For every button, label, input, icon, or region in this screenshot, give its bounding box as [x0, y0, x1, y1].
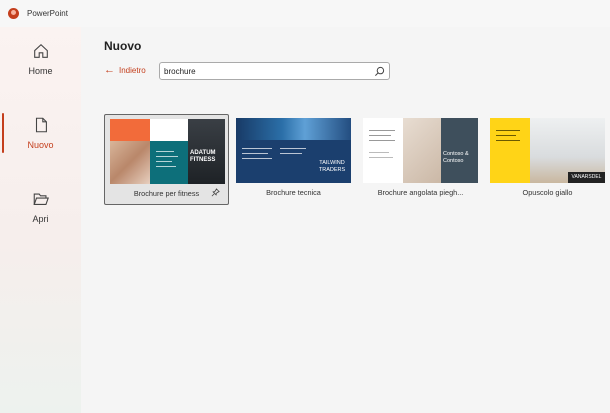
sidebar-item-home[interactable]: Home — [0, 29, 81, 89]
template-card-fitness[interactable]: ADATUM FITNESS Brochure per fitness — [104, 114, 229, 205]
thumbnail-text: Contoso & Contoso — [443, 151, 469, 164]
sidebar-item-label: Home — [28, 66, 53, 76]
template-label: Brochure per fitness — [133, 189, 200, 198]
home-icon — [33, 43, 48, 58]
thumbnail-text: VANARSDEL — [568, 172, 605, 183]
back-label: Indietro — [119, 65, 146, 75]
page-title: Nuovo — [104, 39, 142, 53]
template-thumbnail: Contoso & Contoso — [363, 118, 478, 183]
search-input[interactable] — [164, 64, 369, 78]
template-thumbnail: VANARSDEL — [490, 118, 605, 183]
folder-open-icon — [32, 193, 49, 205]
sidebar-item-label: Apri — [32, 214, 49, 224]
template-label: Opuscolo giallo — [522, 188, 573, 197]
template-thumbnail: TAILWIND TRADERS — [236, 118, 351, 183]
powerpoint-logo-icon — [8, 8, 19, 19]
sidebar: Home Nuovo Apri — [0, 27, 81, 413]
template-card-angolata[interactable]: Contoso & Contoso Brochure angolata pieg… — [358, 114, 483, 205]
thumbnail-text: ADATUM FITNESS — [190, 150, 216, 163]
template-label: Brochure tecnica — [266, 188, 321, 197]
search-box[interactable] — [159, 62, 390, 80]
template-label: Brochure angolata piegh... — [377, 188, 464, 197]
template-thumbnail: ADATUM FITNESS — [110, 119, 225, 184]
sidebar-item-nuovo[interactable]: Nuovo — [0, 103, 81, 163]
app-title: PowerPoint — [27, 9, 68, 18]
template-card-giallo[interactable]: VANARSDEL Opuscolo giallo — [485, 114, 610, 205]
back-button[interactable]: ← Indietro — [104, 64, 146, 76]
title-bar: PowerPoint — [0, 0, 610, 27]
new-document-icon — [35, 117, 47, 133]
thumbnail-text: TAILWIND TRADERS — [318, 160, 346, 173]
pin-icon[interactable] — [211, 188, 220, 197]
sidebar-item-label: Nuovo — [27, 140, 54, 150]
main-panel: Nuovo ← Indietro ADATUM FITNESS Brochure… — [81, 27, 610, 413]
sidebar-item-apri[interactable]: Apri — [0, 177, 81, 237]
template-card-tecnica[interactable]: TAILWIND TRADERS Brochure tecnica — [231, 114, 356, 205]
arrow-left-icon: ← — [104, 64, 115, 76]
search-icon[interactable] — [374, 66, 385, 77]
